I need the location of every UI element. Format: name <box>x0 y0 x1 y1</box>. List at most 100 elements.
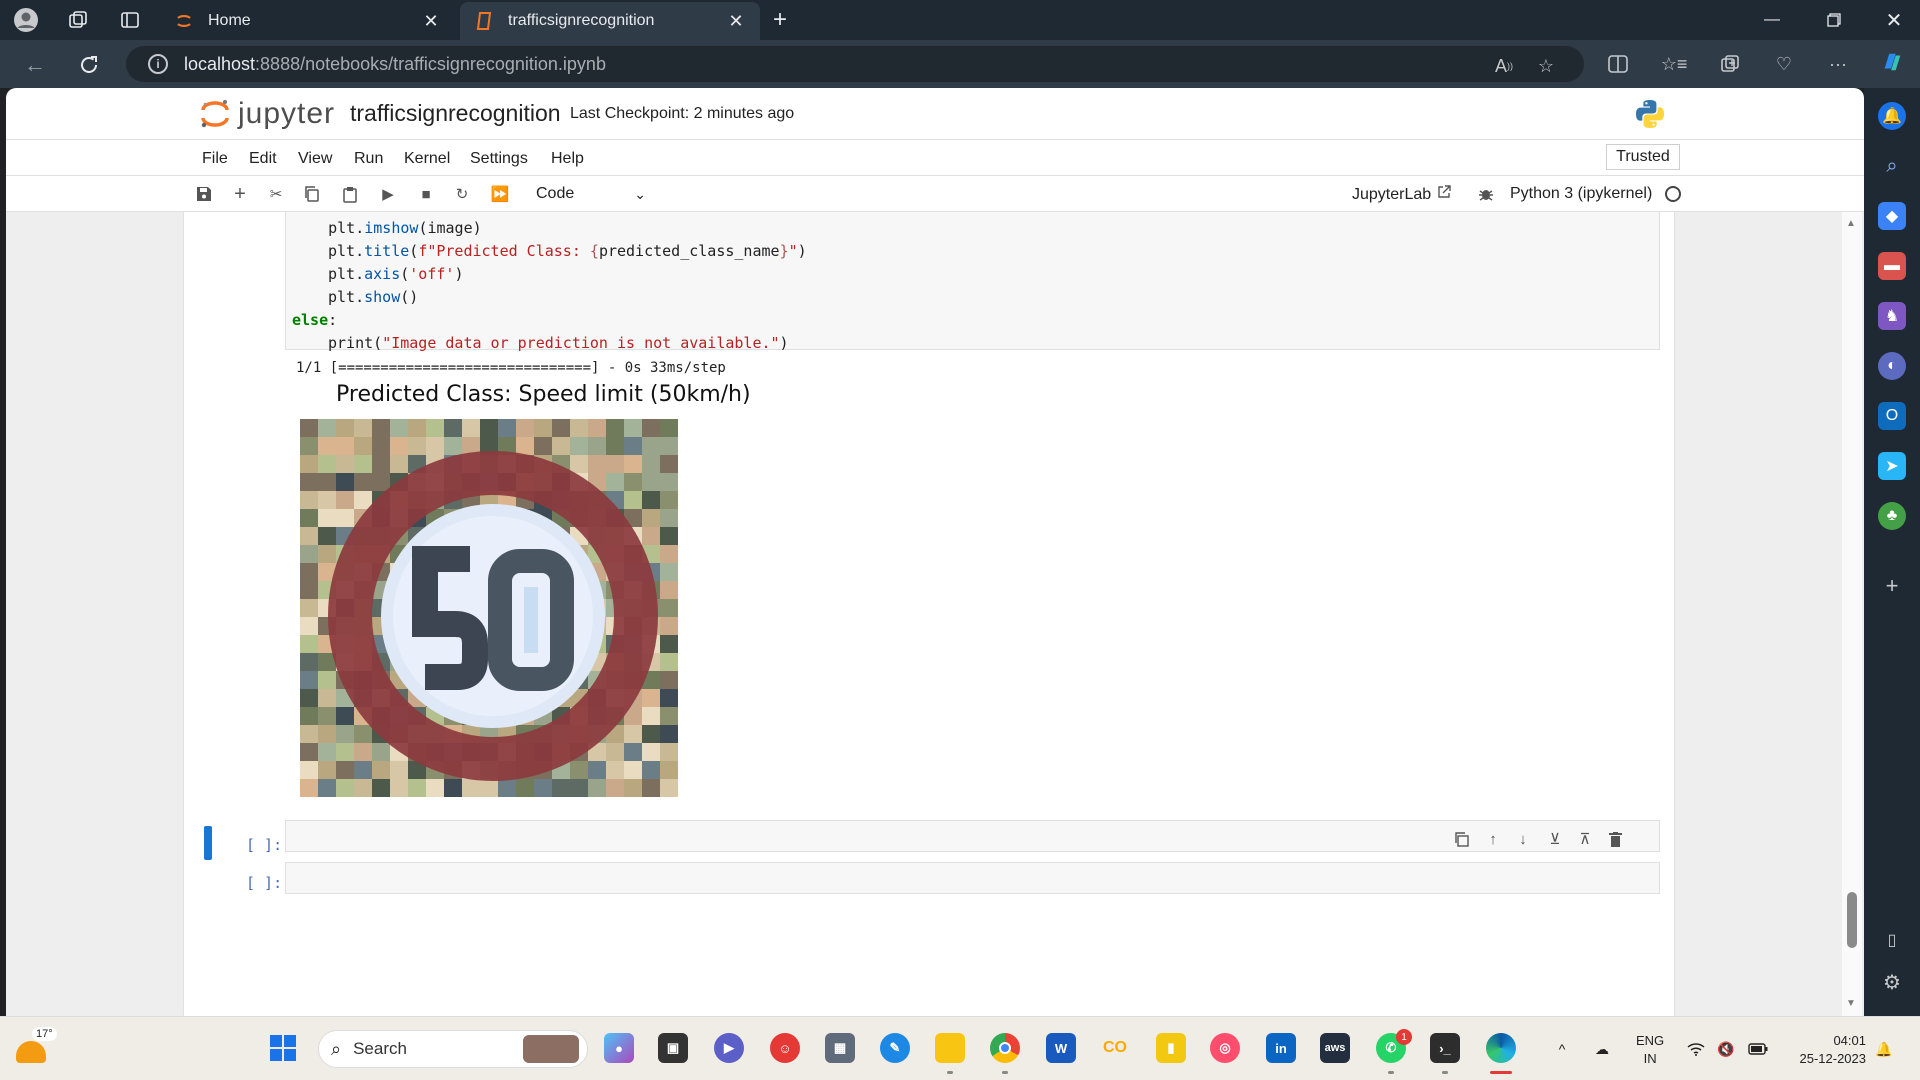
next-cell-input[interactable] <box>285 862 1660 894</box>
weather-widget[interactable]: 17° <box>12 1027 58 1071</box>
code-cell-input[interactable]: plt.imshow(image) plt.title(f"Predicted … <box>285 212 1660 352</box>
insert-below-icon[interactable]: ⊼ <box>1576 830 1594 848</box>
tab-home[interactable]: Home ✕ <box>160 2 455 40</box>
favorite-star-icon[interactable]: ☆ <box>1534 54 1558 78</box>
taskbar-search[interactable]: ⌕ Search <box>318 1030 588 1068</box>
colab-icon[interactable]: CO <box>1100 1033 1130 1063</box>
debugger-bug-icon[interactable] <box>1476 184 1496 204</box>
browser-essentials-icon[interactable]: ♡ <box>1772 52 1796 76</box>
notebook-title[interactable]: trafficsignrecognition <box>350 100 561 127</box>
restart-kernel-icon[interactable]: ↻ <box>452 184 472 204</box>
cut-icon[interactable]: ✂ <box>266 184 286 204</box>
delete-cell-icon[interactable] <box>1606 830 1624 848</box>
move-up-icon[interactable]: ↑ <box>1484 830 1502 848</box>
games-icon[interactable]: ♞ <box>1878 302 1906 330</box>
more-options-icon[interactable]: ··· <box>1826 52 1850 76</box>
copilot-sidebar-icon[interactable]: ◐ <box>1878 352 1906 380</box>
vertical-tabs-icon[interactable] <box>118 8 142 32</box>
restart-run-all-icon[interactable]: ⏩ <box>490 184 510 204</box>
kernel-name[interactable]: Python 3 (ipykernel) <box>1510 185 1652 203</box>
target-app-icon[interactable]: ◎ <box>1210 1033 1240 1063</box>
collections-icon[interactable] <box>1718 52 1742 76</box>
menu-help[interactable]: Help <box>551 150 584 168</box>
copy-icon[interactable] <box>302 184 322 204</box>
tools-icon[interactable]: ▬ <box>1878 252 1906 280</box>
page-scrollbar[interactable]: ▲ ▼ <box>1842 212 1862 1016</box>
read-aloud-icon[interactable]: A)) <box>1492 54 1516 78</box>
game-app-icon[interactable]: ☺ <box>770 1033 800 1063</box>
refresh-icon[interactable] <box>76 52 102 78</box>
terminal-icon[interactable]: ›_ <box>1430 1033 1460 1063</box>
outlook-icon[interactable]: O <box>1878 402 1906 430</box>
copilot-icon[interactable] <box>1880 50 1904 74</box>
interrupt-kernel-icon[interactable]: ■ <box>416 184 436 204</box>
tree-app-icon[interactable]: ♣ <box>1878 502 1906 530</box>
close-tab-icon[interactable]: ✕ <box>726 11 746 32</box>
menu-run[interactable]: Run <box>354 150 383 168</box>
empty-code-cell[interactable]: [ ]: ↑ ↓ ⊻ ⊼ <box>184 818 1674 860</box>
duplicate-cell-icon[interactable] <box>1452 830 1470 848</box>
wifi-icon[interactable] <box>1686 1039 1706 1059</box>
open-jupyterlab-link[interactable]: JupyterLab <box>1352 185 1451 204</box>
paste-icon[interactable] <box>340 184 360 204</box>
battery-icon[interactable] <box>1748 1039 1768 1059</box>
new-tab-icon[interactable]: + <box>768 6 792 33</box>
workspaces-icon[interactable] <box>66 8 90 32</box>
favorites-icon[interactable]: ☆≡ <box>1661 52 1688 76</box>
menu-view[interactable]: View <box>298 150 332 168</box>
site-info-icon[interactable]: i <box>148 54 168 74</box>
insert-cell-icon[interactable]: + <box>230 183 250 205</box>
jupyter-logo[interactable]: jupyter <box>200 96 335 132</box>
cell-type-select[interactable]: Code ⌄ <box>536 181 646 207</box>
aws-icon[interactable]: aws <box>1320 1033 1350 1063</box>
linkedin-icon[interactable]: in <box>1266 1033 1296 1063</box>
empty-cell-input[interactable]: ↑ ↓ ⊻ ⊼ <box>285 820 1660 852</box>
calculator-icon[interactable]: ▦ <box>825 1033 855 1063</box>
system-clock[interactable]: 04:01 25-12-2023 <box>1786 1032 1867 1068</box>
split-screen-icon[interactable] <box>1606 52 1630 76</box>
menu-settings[interactable]: Settings <box>470 150 528 168</box>
copilot-pre-icon[interactable]: ● <box>604 1033 634 1063</box>
run-cell-icon[interactable]: ▶ <box>378 184 398 204</box>
start-windows-icon[interactable] <box>268 1033 298 1063</box>
sidebar-settings-icon[interactable]: ⚙ <box>1878 968 1906 996</box>
address-bar[interactable]: i localhost:8888/notebooks/trafficsignre… <box>126 46 1584 82</box>
close-tab-icon[interactable]: ✕ <box>421 11 441 32</box>
minimize-icon[interactable]: — <box>1746 0 1798 40</box>
close-window-icon[interactable]: ✕ <box>1868 0 1920 40</box>
trusted-indicator[interactable]: Trusted <box>1606 144 1680 170</box>
python-idle-icon[interactable]: ✎ <box>880 1033 910 1063</box>
save-icon[interactable] <box>194 184 214 204</box>
notification-bell-icon[interactable]: 🔔 <box>1874 1039 1894 1059</box>
send-icon[interactable]: ➤ <box>1878 452 1906 480</box>
edge-browser-icon[interactable] <box>1486 1033 1516 1063</box>
url-text[interactable]: localhost:8888/notebooks/trafficsignreco… <box>184 54 606 75</box>
task-view-icon[interactable]: ▣ <box>658 1033 688 1063</box>
tab-trafficsignrecognition[interactable]: trafficsignrecognition ✕ <box>460 2 760 40</box>
teams-chat-icon[interactable]: ▶ <box>714 1033 744 1063</box>
back-arrow-icon[interactable]: ← <box>22 52 48 78</box>
scroll-down-icon[interactable]: ▼ <box>1846 998 1856 1009</box>
chrome-icon[interactable] <box>990 1033 1020 1063</box>
scroll-thumb[interactable] <box>1847 892 1857 948</box>
file-explorer-icon[interactable] <box>935 1033 965 1063</box>
shopping-tag-icon[interactable]: ◆ <box>1878 202 1906 230</box>
notifications-bell-icon[interactable]: 🔔 <box>1878 102 1906 130</box>
insert-above-icon[interactable]: ⊻ <box>1546 830 1564 848</box>
word-icon[interactable]: W <box>1046 1033 1076 1063</box>
power-bi-icon[interactable]: ▮ <box>1156 1033 1186 1063</box>
scroll-up-icon[interactable]: ▲ <box>1846 218 1856 229</box>
restore-icon[interactable] <box>1808 0 1860 40</box>
show-hidden-icons-chevron[interactable]: ^ <box>1552 1039 1572 1059</box>
language-indicator[interactable]: ENG IN <box>1636 1032 1664 1068</box>
menu-edit[interactable]: Edit <box>249 150 277 168</box>
add-sidebar-app-icon[interactable]: + <box>1878 572 1906 600</box>
volume-muted-icon[interactable]: 🔇 <box>1716 1039 1736 1059</box>
hide-sidebar-icon[interactable]: ▯ <box>1878 926 1906 954</box>
move-down-icon[interactable]: ↓ <box>1514 830 1532 848</box>
menu-kernel[interactable]: Kernel <box>404 150 450 168</box>
menu-file[interactable]: File <box>202 150 228 168</box>
sidebar-search-icon[interactable]: ⌕ <box>1878 152 1906 180</box>
onedrive-sync-icon[interactable]: ☁ <box>1592 1039 1612 1059</box>
profile-avatar-icon[interactable] <box>14 8 38 32</box>
